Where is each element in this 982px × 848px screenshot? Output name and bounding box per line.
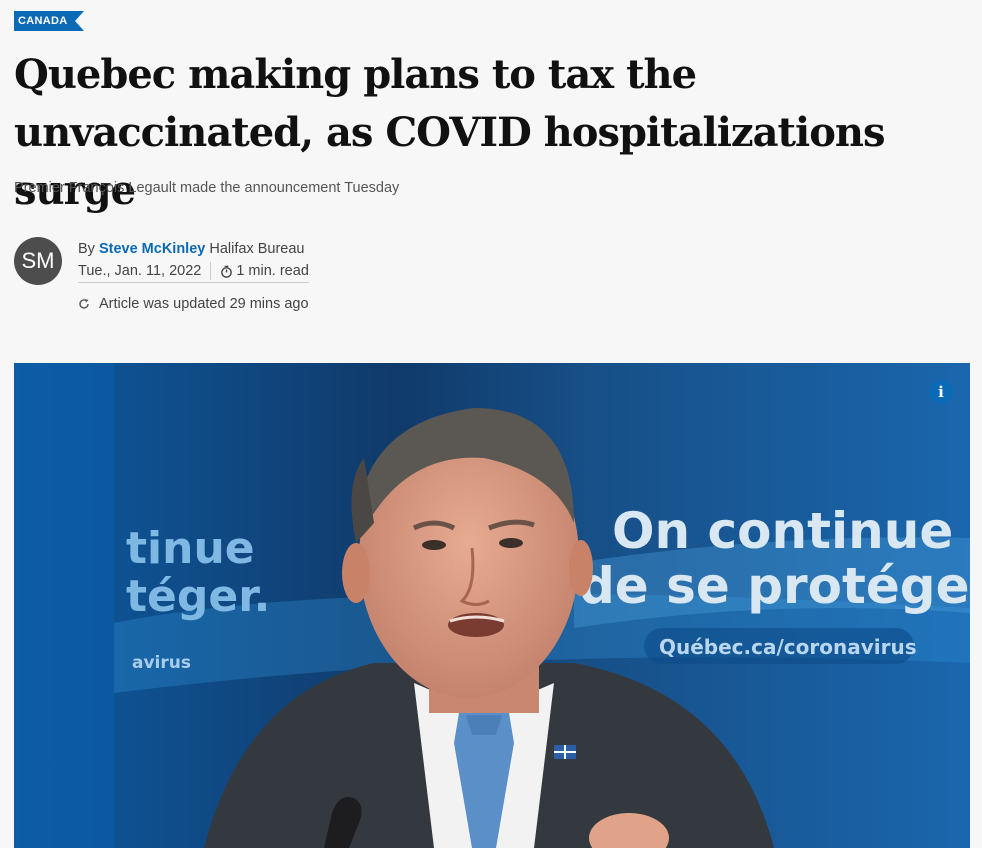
author-bureau: Halifax Bureau — [209, 241, 305, 257]
backdrop-right-line1: On continue — [612, 502, 953, 560]
byline: By Steve McKinley Halifax Bureau — [78, 241, 304, 257]
backdrop-right-line2: de se protéger. — [579, 557, 970, 615]
stopwatch-icon — [221, 265, 233, 278]
author-link[interactable]: Steve McKinley — [99, 241, 205, 257]
hero-photo: tinue téger. avirus On continue de se pr… — [14, 363, 970, 848]
section-label[interactable]: CANADA — [14, 11, 76, 31]
update-notice: Article was updated 29 mins ago — [78, 296, 309, 312]
section-tag[interactable]: CANADA — [14, 11, 85, 31]
byline-prefix: By — [78, 241, 95, 257]
info-icon[interactable]: i — [929, 380, 953, 404]
backdrop-left-line1: tinue — [126, 523, 255, 574]
backdrop-left-line2: téger. — [126, 571, 270, 622]
hero-image[interactable]: tinue téger. avirus On continue de se pr… — [14, 363, 970, 848]
tag-notch — [75, 11, 85, 31]
read-time: 1 min. read — [236, 263, 309, 279]
backdrop-left-line3: avirus — [132, 653, 191, 673]
meta-divider — [210, 262, 212, 280]
author-avatar[interactable]: SM — [14, 237, 62, 285]
subhead: Premier François Legault made the announ… — [14, 180, 400, 196]
publish-date: Tue., Jan. 11, 2022 — [78, 263, 202, 279]
article-meta: Tue., Jan. 11, 2022 1 min. read — [78, 261, 309, 283]
updated-text: Article was updated 29 mins ago — [99, 296, 309, 312]
backdrop-url: Québec.ca/coronavirus — [659, 635, 917, 659]
refresh-icon — [79, 299, 89, 309]
